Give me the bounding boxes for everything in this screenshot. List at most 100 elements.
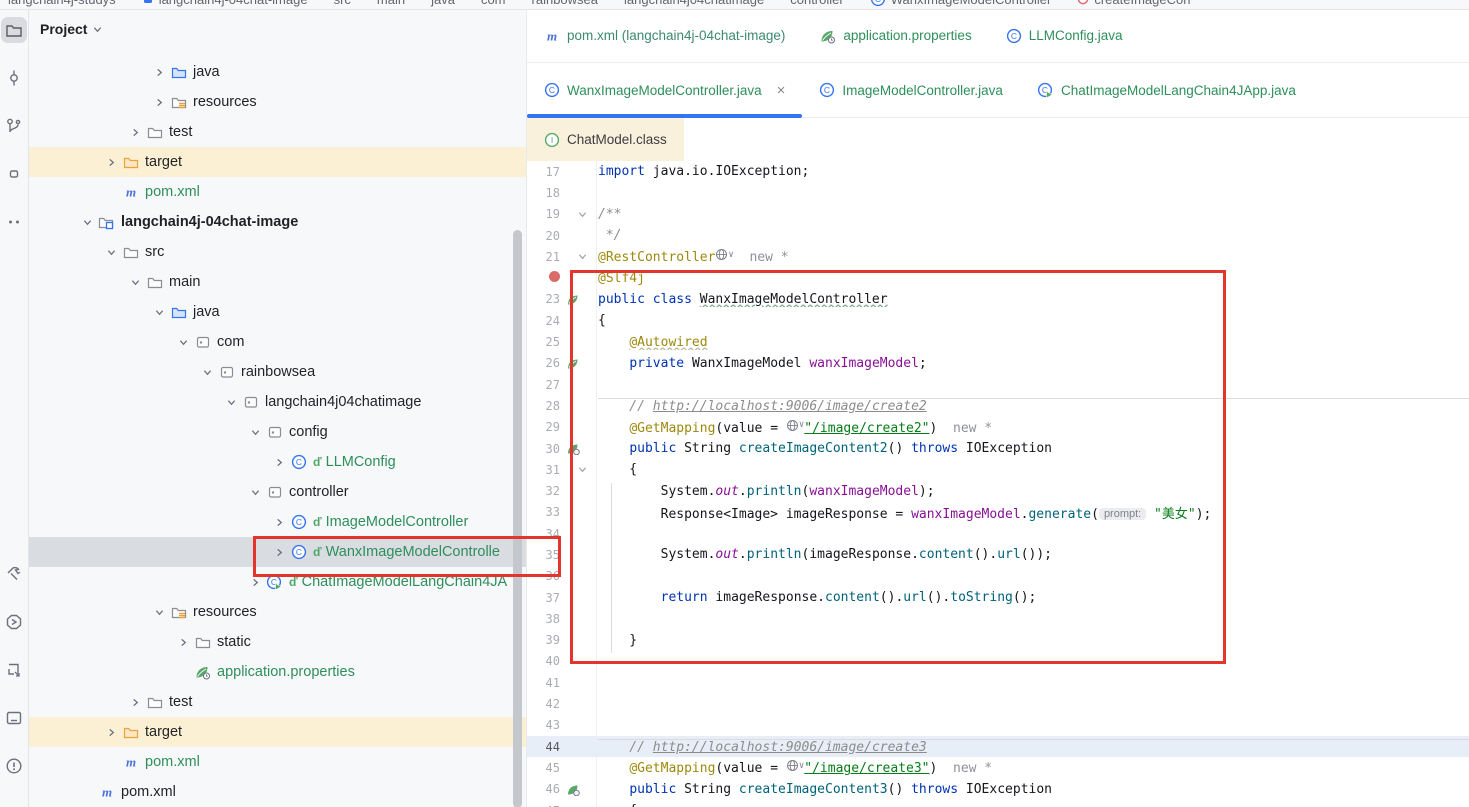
tree-item-imagemodelcontroller[interactable]: CďImageModelController <box>28 507 526 537</box>
code-line-17[interactable]: 17import java.io.IOException; <box>527 161 1469 182</box>
tree-item-llmconfig[interactable]: CďLLMConfig <box>28 447 526 477</box>
code-line-41[interactable]: 41 <box>527 672 1469 693</box>
project-panel-header[interactable]: Project <box>28 9 526 49</box>
chevron-right-icon[interactable] <box>148 68 170 77</box>
breadcrumb-item[interactable]: java <box>431 0 455 7</box>
close-icon[interactable]: × <box>777 82 786 99</box>
code-line-42[interactable]: 42 <box>527 693 1469 714</box>
tree-item-main[interactable]: main <box>28 267 526 297</box>
gutter[interactable] <box>560 783 598 796</box>
breadcrumb-item[interactable]: CWanxImageModelController <box>870 0 1052 7</box>
tab-application-properties[interactable]: application.properties <box>802 9 988 62</box>
tree-item-java[interactable]: java <box>28 297 526 327</box>
breadcrumb-item[interactable]: createImageCon <box>1077 0 1190 7</box>
chevron-right-icon[interactable] <box>124 698 146 707</box>
tab-llmconfig-java[interactable]: CLLMConfig.java <box>989 9 1140 62</box>
gutter[interactable] <box>560 252 598 261</box>
build-icon[interactable] <box>1 561 27 587</box>
tree-item-application-properties[interactable]: application.properties <box>28 657 526 687</box>
tree-item-pom-xml[interactable]: mpom.xml <box>28 747 526 777</box>
tab-chatimagemodellangchain4japp-java[interactable]: CChatImageModelLangChain4JApp.java <box>1020 63 1313 117</box>
tree-item-resources[interactable]: resources <box>28 597 526 627</box>
chevron-down-icon[interactable] <box>244 488 266 497</box>
chevron-right-icon[interactable] <box>244 578 266 587</box>
line-number: 47 <box>527 804 560 807</box>
tree-item-rainbowsea[interactable]: rainbowsea <box>28 357 526 387</box>
tree-item-target[interactable]: target <box>28 717 526 747</box>
chevron-down-icon[interactable] <box>172 338 194 347</box>
url-globe-icon[interactable]: ∨ <box>715 248 733 261</box>
breadcrumb-item[interactable]: controller <box>790 0 843 7</box>
services-icon[interactable] <box>1 609 27 635</box>
breakpoint-icon[interactable] <box>527 271 560 285</box>
breadcrumb[interactable]: langchain4j-studys langchain4j-04chat-ima… <box>0 0 1469 10</box>
pull-requests-icon[interactable] <box>1 113 27 139</box>
tree-item-resources[interactable]: resources <box>28 87 526 117</box>
tree-item-label: test <box>169 124 192 140</box>
tree-item-langchain4j-04chat-image[interactable]: langchain4j-04chat-image <box>28 207 526 237</box>
breadcrumb-item[interactable]: rainbowsea <box>532 0 599 7</box>
tree-item-src[interactable]: src <box>28 237 526 267</box>
project-icon <box>5 21 23 39</box>
tree-item-test[interactable]: test <box>28 117 526 147</box>
code-line-44[interactable]: 44 // http://localhost:9006/image/create… <box>527 736 1469 757</box>
breadcrumb-item[interactable]: src <box>334 0 351 7</box>
tree-item-pom-xml[interactable]: mpom.xml <box>28 177 526 207</box>
chevron-right-icon[interactable] <box>172 638 194 647</box>
url-globe-icon[interactable]: ∨ <box>786 759 804 772</box>
terminal-icon[interactable] <box>1 705 27 731</box>
tree-item-controller[interactable]: controller <box>28 477 526 507</box>
problems-icon[interactable] <box>1 753 27 779</box>
chevron-right-icon[interactable] <box>148 98 170 107</box>
chevron-down-icon[interactable] <box>244 428 266 437</box>
chevron-right-icon[interactable] <box>124 128 146 137</box>
chevron-down-icon[interactable] <box>148 308 170 317</box>
tree-item-test[interactable]: test <box>28 687 526 717</box>
tree-item-java[interactable]: java <box>28 57 526 87</box>
chevron-down-icon[interactable] <box>220 398 242 407</box>
chevron-down-icon[interactable] <box>76 218 98 227</box>
tab-pom-xml-langchain4j-04chat-image-[interactable]: mpom.xml (langchain4j-04chat-image) <box>527 9 802 62</box>
tree-item-com[interactable]: com <box>28 327 526 357</box>
chevron-down-icon[interactable] <box>100 248 122 257</box>
run-icon[interactable] <box>1 657 27 683</box>
code-line-45[interactable]: 45 @GetMapping(value = ∨"/image/create3"… <box>527 757 1469 778</box>
folder-res-icon <box>171 94 187 110</box>
breadcrumb-item[interactable]: langchain4j-studys <box>8 0 116 7</box>
chevron-right-icon[interactable] <box>100 158 122 167</box>
tree-item-config[interactable]: config <box>28 417 526 447</box>
commit-icon[interactable] <box>1 65 27 91</box>
tree-item-langchain4j04chatimage[interactable]: langchain4j04chatimage <box>28 387 526 417</box>
breadcrumb-item[interactable]: langchain4j-04chat-image <box>142 0 308 7</box>
project-scrollbar[interactable] <box>513 230 522 807</box>
chevron-down-icon[interactable] <box>148 608 170 617</box>
chevron-down-icon[interactable] <box>124 278 146 287</box>
gutter[interactable] <box>560 210 598 219</box>
chevron-down-icon[interactable] <box>196 368 218 377</box>
chevron-right-icon[interactable] <box>100 728 122 737</box>
chevron-right-icon[interactable] <box>268 458 290 467</box>
code-line-18[interactable]: 18 <box>527 182 1469 203</box>
code-line-21[interactable]: 21@RestController∨ new * <box>527 246 1469 267</box>
tab-imagemodelcontroller-java[interactable]: CImageModelController.java <box>802 63 1020 117</box>
tab-wanximagemodelcontroller-java[interactable]: CWanxImageModelController.java× <box>527 63 802 117</box>
code-line-47[interactable]: 47 { <box>527 800 1469 807</box>
chevron-right-icon[interactable] <box>268 518 290 527</box>
more-icon[interactable] <box>1 209 27 235</box>
breadcrumb-item[interactable]: main <box>377 0 405 7</box>
tree-item-static[interactable]: static <box>28 627 526 657</box>
code-line-46[interactable]: 46 public String createImageContent3() t… <box>527 779 1469 800</box>
pull-requests-icon <box>5 117 23 135</box>
tab-chatmodel-class[interactable]: IChatModel.class <box>527 118 684 161</box>
chev-right-icon <box>131 128 140 137</box>
code-line-19[interactable]: 19/** <box>527 204 1469 225</box>
code-line-20[interactable]: 20 */ <box>527 225 1469 246</box>
breadcrumb-item[interactable]: com <box>481 0 506 7</box>
tree-item-pom-xml[interactable]: mpom.xml <box>28 777 526 807</box>
code-text: */ <box>598 228 1469 243</box>
project-icon[interactable] <box>1 17 27 43</box>
breadcrumb-item[interactable]: langchain4j04chatimage <box>624 0 764 7</box>
tree-item-target[interactable]: target <box>28 147 526 177</box>
structure-icon[interactable] <box>1 161 27 187</box>
code-line-43[interactable]: 43 <box>527 715 1469 736</box>
